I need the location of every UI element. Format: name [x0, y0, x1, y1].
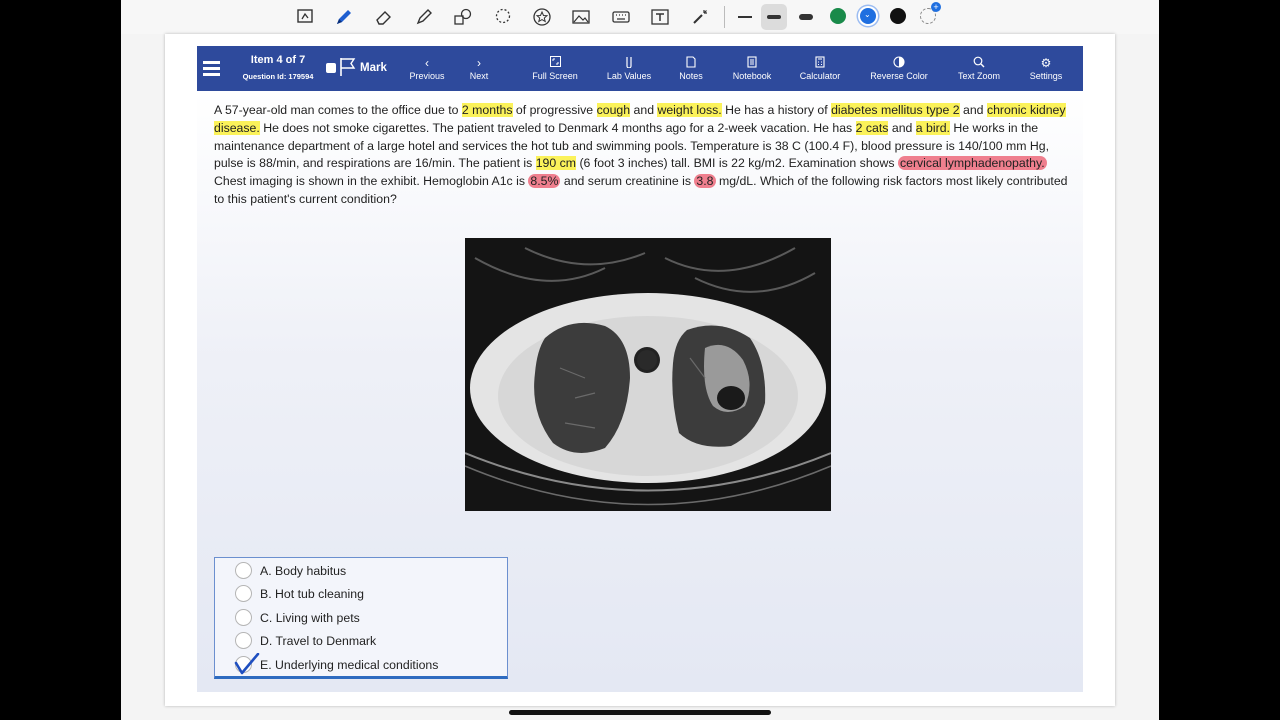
highlight-lymphadenopathy: cervical lymphadenopathy.	[897, 156, 1047, 171]
blue-color-swatch[interactable]: ⌄	[860, 8, 876, 24]
calculator-icon	[815, 56, 825, 71]
green-color-swatch[interactable]	[830, 8, 846, 24]
mark-checkbox[interactable]	[326, 63, 336, 73]
settings-label: Settings	[1029, 71, 1063, 81]
next-label: Next	[469, 71, 489, 81]
reverse-color-label: Reverse Color	[870, 71, 928, 81]
ipad-screen: ⌄ + Item 4 of 7 Question Id: 179594 Mark…	[121, 0, 1159, 720]
question-content: A 57-year-old man comes to the office du…	[197, 91, 1083, 692]
zoom-icon	[973, 56, 985, 71]
toolbar-divider	[724, 6, 725, 28]
choice-label: C. Living with pets	[260, 610, 360, 625]
annotation-toolbar: ⌄ +	[121, 0, 1159, 34]
calculator-button[interactable]: Calculator	[796, 46, 844, 91]
settings-button[interactable]: ⚙ Settings	[1026, 46, 1066, 91]
chevron-left-icon: ‹	[425, 56, 429, 70]
black-color-swatch[interactable]	[890, 8, 906, 24]
qbank-toolbar: Item 4 of 7 Question Id: 179594 Mark ‹ Pr…	[197, 46, 1083, 91]
test-tube-icon	[625, 56, 633, 71]
image-icon[interactable]	[568, 4, 594, 30]
notes-button[interactable]: Notes	[672, 46, 710, 91]
answer-choice-e[interactable]: E. Underlying medical conditions	[215, 653, 505, 676]
highlight-duration: 2 months	[461, 103, 513, 117]
text-zoom-button[interactable]: Text Zoom	[954, 46, 1004, 91]
shapes-icon[interactable]	[450, 4, 476, 30]
thin-stroke-option[interactable]	[732, 4, 758, 30]
radio-button[interactable]	[235, 609, 252, 626]
gear-icon: ⚙	[1040, 56, 1052, 70]
mark-label[interactable]: Mark	[360, 62, 387, 74]
radio-button[interactable]	[235, 562, 252, 579]
notebook-icon	[747, 56, 757, 71]
plus-icon: +	[931, 2, 941, 12]
fullscreen-icon	[549, 56, 561, 71]
full-screen-label: Full Screen	[532, 71, 578, 81]
home-indicator	[509, 710, 771, 715]
notes-label: Notes	[679, 71, 703, 81]
thick-stroke-option[interactable]	[793, 4, 819, 30]
keyboard-icon[interactable]	[608, 4, 634, 30]
text-zoom-label: Text Zoom	[957, 71, 1000, 81]
question-stem: A 57-year-old man comes to the office du…	[214, 103, 1068, 206]
lasso-select-icon[interactable]	[293, 4, 319, 30]
text-box-icon[interactable]	[647, 4, 673, 30]
choice-label: A. Body habitus	[260, 563, 347, 578]
add-color-button[interactable]: +	[920, 2, 941, 24]
laser-pointer-icon[interactable]	[687, 4, 713, 30]
highlight-creatinine: 3.8	[694, 174, 716, 189]
notebook-button[interactable]: Notebook	[727, 46, 777, 91]
previous-button[interactable]: ‹ Previous	[405, 46, 449, 91]
highlighter-icon[interactable]	[411, 4, 437, 30]
next-button[interactable]: › Next	[461, 46, 497, 91]
notes-icon	[686, 56, 696, 71]
answer-choice-a[interactable]: A. Body habitus	[215, 559, 505, 582]
chevron-right-icon: ›	[477, 56, 481, 70]
pen-icon[interactable]	[331, 4, 357, 30]
chest-ct-image	[465, 238, 831, 511]
reverse-color-button[interactable]: Reverse Color	[867, 46, 931, 91]
lab-values-label: Lab Values	[606, 71, 652, 81]
highlight-cough: cough	[596, 103, 631, 117]
sticker-icon[interactable]	[529, 4, 555, 30]
radio-button[interactable]	[235, 632, 252, 649]
answer-choice-d[interactable]: D. Travel to Denmark	[215, 629, 505, 652]
notebook-label: Notebook	[732, 71, 772, 81]
highlight-weight-loss: weight loss.	[657, 103, 722, 117]
menu-icon[interactable]	[203, 61, 220, 76]
eraser-icon[interactable]	[371, 4, 397, 30]
highlight-diabetes: diabetes mellitus type 2	[831, 103, 960, 117]
full-screen-button[interactable]: Full Screen	[528, 46, 582, 91]
highlight-bird: a bird.	[915, 120, 950, 135]
previous-label: Previous	[409, 71, 445, 81]
answer-choice-c[interactable]: C. Living with pets	[215, 606, 505, 629]
item-counter: Item 4 of 7	[250, 54, 306, 66]
calculator-label: Calculator	[799, 71, 841, 81]
choice-label: D. Travel to Denmark	[260, 633, 377, 648]
flag-icon	[339, 57, 357, 82]
answer-choices: A. Body habitus B. Hot tub cleaning C. L…	[214, 557, 508, 679]
answer-choice-b[interactable]: B. Hot tub cleaning	[215, 582, 505, 605]
checkmark-icon	[234, 653, 260, 675]
medium-stroke-option[interactable]	[761, 4, 787, 30]
radio-button[interactable]	[234, 653, 260, 675]
highlight-height: 190 cm	[535, 156, 577, 171]
chevron-down-icon: ⌄	[864, 10, 871, 19]
highlight-cats: 2 cats	[855, 120, 889, 135]
choice-label: E. Underlying medical conditions	[260, 657, 439, 672]
choice-label: B. Hot tub cleaning	[260, 586, 364, 601]
document-page: Item 4 of 7 Question Id: 179594 Mark ‹ Pr…	[165, 34, 1115, 706]
highlight-a1c: 8.5%	[528, 174, 561, 189]
radio-button[interactable]	[235, 585, 252, 602]
lasso-icon[interactable]	[490, 4, 516, 30]
reverse-color-icon	[893, 56, 905, 71]
lab-values-button[interactable]: Lab Values	[602, 46, 656, 91]
question-id: Question Id: 179594	[242, 72, 314, 81]
